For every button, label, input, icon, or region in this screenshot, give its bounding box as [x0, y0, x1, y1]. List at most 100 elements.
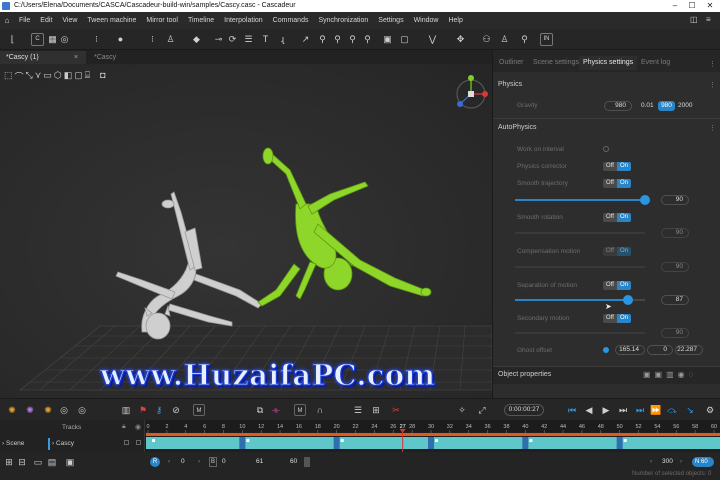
maximize-button[interactable]: ☐ [684, 0, 700, 12]
menu-interpolation[interactable]: Interpolation [219, 12, 268, 29]
ghost-offset-radio[interactable] [603, 347, 609, 353]
ghost-offset-y[interactable]: 0 [647, 345, 673, 355]
first-frame-icon[interactable]: ⏮ [566, 404, 578, 416]
next-key-icon[interactable]: ⏭ [617, 404, 629, 416]
secondary-motion-toggle[interactable]: Off On [603, 314, 631, 323]
ghost-offset-x[interactable]: 165.14 [615, 345, 645, 355]
motion-icon[interactable]: ↗ [299, 33, 312, 46]
play-icon[interactable]: ▶ [600, 404, 612, 416]
grid-timeline-icon[interactable]: ⊞ [370, 404, 382, 416]
frame-icon[interactable]: ▣ [381, 33, 394, 46]
close-icon[interactable]: × [74, 51, 78, 64]
split-icon[interactable]: ⟛ [270, 404, 282, 416]
cut-icon[interactable]: ✂ [390, 404, 402, 416]
slider-knob[interactable] [623, 295, 634, 305]
last-frame-icon[interactable]: ⏭ [634, 404, 646, 416]
walk-icon[interactable]: ⚲ [518, 33, 531, 46]
lock-icon[interactable]: 🔒︎ [122, 423, 126, 431]
dot-icon[interactable]: ● [114, 33, 127, 46]
step-back-icon[interactable]: ‹ [168, 458, 170, 465]
gravity-field[interactable]: 980 [604, 101, 632, 111]
no-icon[interactable]: ⊘ [170, 404, 182, 416]
cascy-track[interactable]: › Cascy [52, 440, 74, 447]
fps-forward-icon[interactable]: › [680, 458, 682, 465]
smooth-rotation-slider[interactable] [515, 232, 645, 234]
bars-icon[interactable]: ▥ [120, 404, 132, 416]
rect-select-icon[interactable]: ▭ [43, 70, 52, 82]
tab-event-log[interactable]: Event log [641, 56, 670, 70]
compensation-motion-slider[interactable] [515, 266, 645, 268]
tab-physics-settings[interactable]: Physics settings [579, 56, 638, 70]
gear-purple-icon[interactable]: ✺ [24, 404, 36, 416]
home-icon[interactable]: ⌂ [0, 16, 14, 25]
menu-mirror-tool[interactable]: Mirror tool [141, 12, 183, 29]
run3-icon[interactable]: ⚲ [346, 33, 359, 46]
menu-edit[interactable]: Edit [35, 12, 57, 29]
run-icon[interactable]: ⚲ [316, 33, 329, 46]
n-button[interactable]: N 60 [692, 457, 714, 467]
layout-icon[interactable]: ◫ [690, 15, 702, 26]
joint-select-icon[interactable]: ⋎ [35, 70, 42, 82]
curve-icon[interactable]: ∩ [314, 404, 326, 416]
cube-icon[interactable]: ◧ [64, 70, 73, 82]
select-icon[interactable]: ⬚ [4, 70, 13, 82]
length-handle[interactable] [304, 457, 310, 467]
menu-file[interactable]: File [14, 12, 35, 29]
m-button[interactable]: M [193, 404, 205, 416]
people-icon[interactable]: ⚇ [480, 33, 493, 46]
list-icon[interactable]: ☰ [352, 404, 364, 416]
tab-scene-settings[interactable]: Scene settings [533, 56, 579, 70]
fast-forward-icon[interactable]: ⏩ [650, 404, 662, 416]
gear-orange-icon[interactable]: ✺ [6, 404, 18, 416]
separation-of-motion-toggle[interactable]: Off On [603, 281, 631, 290]
v-icon[interactable]: ⋁ [426, 33, 439, 46]
in-button[interactable]: IN [540, 33, 553, 46]
dots2-icon[interactable]: ◎ [76, 404, 88, 416]
minimize-button[interactable]: – [667, 0, 683, 12]
ghost-offset-z[interactable]: 22.287 [675, 345, 703, 355]
point-icon[interactable]: ⁝ [146, 33, 159, 46]
step-forward-icon[interactable]: › [198, 458, 200, 465]
track-checkbox[interactable] [124, 440, 129, 445]
smooth-trajectory-toggle[interactable]: Off On [603, 179, 631, 188]
3d-viewport[interactable]: ⬚ ⌒ ⤡ ⋎ ▭ ⬡ ◧ ▢ ⌸ ◘ www.HuzaifaPC.com [0, 64, 492, 398]
menu-window[interactable]: Window [409, 12, 444, 29]
compensation-motion-value[interactable]: 90 [661, 262, 689, 272]
smooth-rotation-value[interactable]: 90 [661, 228, 689, 238]
path-icon[interactable]: ⊸ [212, 33, 225, 46]
text-icon[interactable]: T [259, 33, 272, 46]
separation-of-motion-value[interactable]: 87 [661, 295, 689, 305]
smooth-trajectory-value[interactable]: 90 [661, 195, 689, 205]
scene-track[interactable]: › Scene [2, 440, 24, 447]
prev-frame-icon[interactable]: ◀ [583, 404, 595, 416]
range-end-field[interactable]: 61 [256, 458, 263, 465]
joint-icon[interactable]: ⁝ [90, 33, 103, 46]
separation-of-motion-slider[interactable] [515, 295, 645, 305]
square-icon[interactable]: ▢ [398, 33, 411, 46]
smooth-rotation-toggle[interactable]: Off On [603, 213, 631, 222]
secondary-motion-value[interactable]: 90 [661, 328, 689, 338]
visibility-icon[interactable]: ◉ [135, 423, 141, 431]
box-icon[interactable]: ▢ [74, 70, 83, 82]
remove-track-icon[interactable]: ⊟ [16, 456, 28, 468]
transform-icon[interactable]: ⤡ [26, 70, 33, 82]
cylinder-icon[interactable]: ⌸ [85, 70, 90, 82]
move-icon[interactable]: ✥ [454, 33, 467, 46]
flag-icon[interactable]: ⚑ [137, 404, 149, 416]
axis-icon[interactable]: ⌊ [6, 33, 19, 46]
compensation-motion-toggle[interactable]: Off On [603, 247, 631, 256]
target-icon[interactable]: ◎ [58, 33, 71, 46]
sliders-icon[interactable]: ☰ [242, 33, 255, 46]
range-start-field[interactable]: 0 [181, 458, 185, 465]
smooth-trajectory-slider[interactable] [515, 195, 650, 205]
length-field[interactable]: 60 [290, 458, 297, 465]
expand-icon[interactable]: ⤢ [476, 404, 488, 416]
tab-cascy-1[interactable]: *Cascy (1) × [0, 51, 86, 64]
tab-outliner[interactable]: Outliner [499, 56, 524, 70]
loop-icon[interactable]: ⤼ [666, 404, 678, 416]
pose-icon[interactable]: ɻ [276, 33, 289, 46]
camera-icon[interactable]: ◘ [100, 70, 105, 82]
gear-yellow-icon[interactable]: ✺ [42, 404, 54, 416]
gravity-preset-low[interactable]: 0.01 [641, 102, 654, 109]
lasso-icon[interactable]: ⌒ [15, 70, 24, 82]
